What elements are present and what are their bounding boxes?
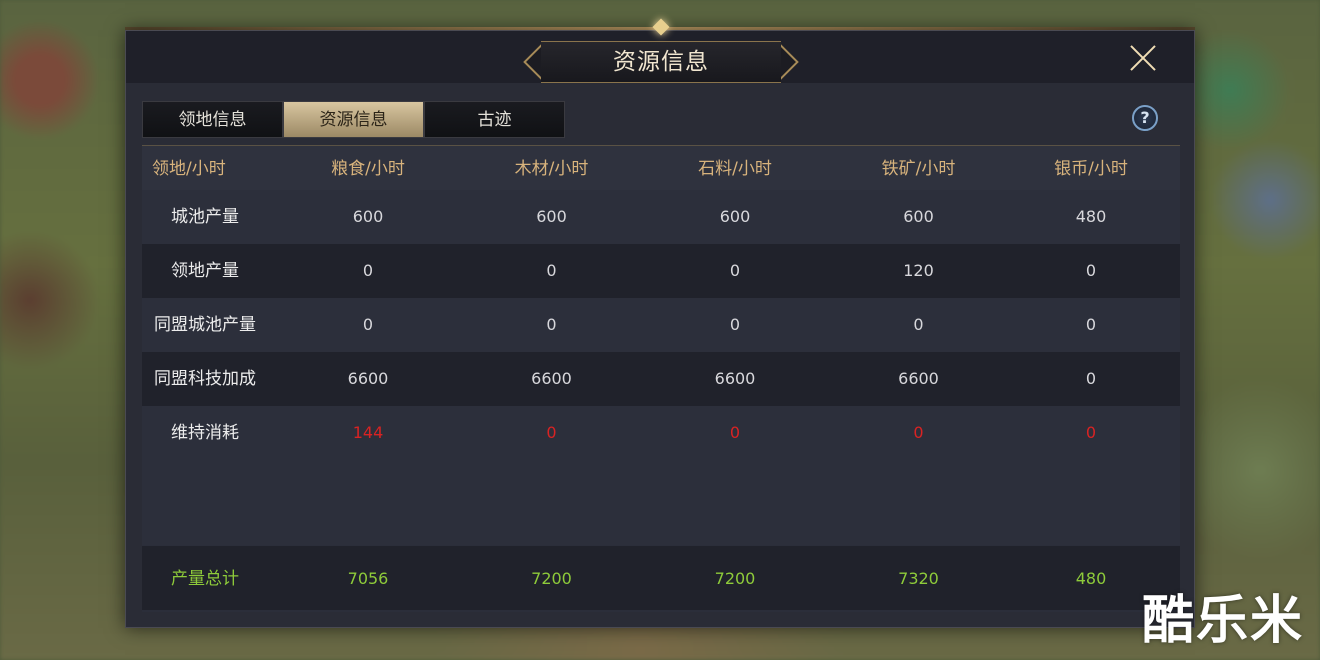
column-header: 领地/小时 bbox=[152, 159, 226, 179]
row-label: 城池产量 bbox=[171, 207, 239, 227]
table-cell: 6600 bbox=[531, 369, 572, 388]
row-label: 领地产量 bbox=[171, 261, 239, 281]
table-cell: 600 bbox=[719, 207, 751, 226]
watermark: 酷乐米 bbox=[1142, 591, 1305, 651]
table-cell: 6600 bbox=[714, 369, 756, 388]
total-cell: 7320 bbox=[898, 569, 939, 588]
column-header: 木材/小时 bbox=[514, 159, 589, 179]
table-cell: 120 bbox=[903, 261, 934, 280]
table-cell: 0 bbox=[729, 261, 741, 280]
table-cell: 600 bbox=[536, 207, 567, 226]
row-label: 同盟科技加成 bbox=[154, 369, 256, 389]
table-cell: 0 bbox=[913, 423, 924, 442]
table-cell: 144 bbox=[352, 423, 384, 442]
row-label: 同盟城池产量 bbox=[154, 315, 256, 335]
tab-resource-info[interactable]: 资源信息 bbox=[283, 101, 424, 138]
table-cell: 6600 bbox=[898, 369, 939, 388]
column-header: 铁矿/小时 bbox=[881, 159, 956, 179]
table-cell: 6600 bbox=[347, 369, 389, 388]
tab-bar: 领地信息 资源信息 古迹 bbox=[142, 101, 565, 138]
dialog-title: 资源信息 bbox=[613, 49, 709, 75]
table-spacer bbox=[142, 460, 1180, 545]
table-row: 城池产量 600 600 600 600 480 bbox=[142, 190, 1180, 244]
table-cell: 0 bbox=[1085, 423, 1097, 442]
dialog-header: 资源信息 bbox=[126, 18, 1194, 83]
table-header-row: 领地/小时 粮食/小时 木材/小时 石料/小时 铁矿/小时 银币/小时 bbox=[142, 146, 1180, 190]
table-row: 同盟城池产量 0 0 0 0 0 bbox=[142, 298, 1180, 352]
table-cell: 0 bbox=[362, 261, 374, 280]
row-label: 维持消耗 bbox=[171, 423, 239, 443]
column-header: 石料/小时 bbox=[698, 159, 772, 179]
table-cell: 0 bbox=[546, 423, 557, 442]
close-icon[interactable] bbox=[1126, 41, 1160, 75]
column-header: 粮食/小时 bbox=[331, 159, 405, 179]
table-row: 同盟科技加成 6600 6600 6600 6600 0 bbox=[142, 352, 1180, 406]
table-cell: 0 bbox=[1085, 315, 1097, 334]
table-cell: 600 bbox=[903, 207, 934, 226]
table-cell: 0 bbox=[362, 315, 374, 334]
resource-info-dialog: 资源信息 领地信息 资源信息 古迹 ? 领地/小时 粮食/小时 木材/小时 石料… bbox=[125, 18, 1195, 628]
table-cell: 0 bbox=[1085, 261, 1097, 280]
table-cell: 0 bbox=[729, 423, 741, 442]
tab-relics[interactable]: 古迹 bbox=[424, 101, 565, 138]
tab-territory-info[interactable]: 领地信息 bbox=[142, 101, 283, 138]
table-cell: 480 bbox=[1075, 207, 1107, 226]
table-cell: 0 bbox=[729, 315, 741, 334]
resource-table: 领地/小时 粮食/小时 木材/小时 石料/小时 铁矿/小时 银币/小时 城池产量… bbox=[142, 145, 1180, 612]
total-cell: 7056 bbox=[347, 569, 389, 588]
table-cell: 600 bbox=[352, 207, 384, 226]
total-cell: 7200 bbox=[714, 569, 756, 588]
table-cell: 0 bbox=[913, 315, 924, 334]
table-cell: 0 bbox=[546, 315, 557, 334]
help-icon[interactable]: ? bbox=[1132, 105, 1158, 131]
total-cell: 7200 bbox=[531, 569, 572, 588]
row-label: 产量总计 bbox=[171, 569, 239, 589]
table-cell: 0 bbox=[546, 261, 557, 280]
column-header: 银币/小时 bbox=[1054, 159, 1128, 179]
table-row: 领地产量 0 0 0 120 0 bbox=[142, 244, 1180, 298]
table-row: 维持消耗 144 0 0 0 0 bbox=[142, 406, 1180, 460]
total-row: 产量总计 7056 7200 7200 7320 480 bbox=[142, 546, 1180, 610]
table-cell: 0 bbox=[1085, 369, 1097, 388]
